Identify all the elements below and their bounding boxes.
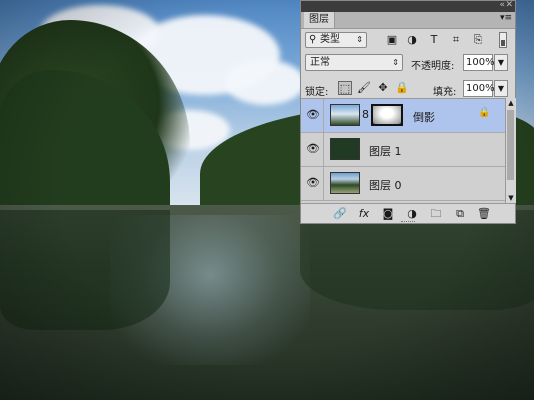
layer-thumbnail[interactable] — [330, 172, 360, 194]
layers-scrollbar[interactable]: ▲ ▼ — [505, 98, 516, 203]
divider — [323, 167, 324, 200]
link-layers-icon[interactable]: 🔗 — [333, 207, 347, 221]
opacity-dropdown[interactable]: ▼ — [494, 54, 508, 71]
resize-grip[interactable] — [401, 221, 415, 224]
lock-position-icon[interactable]: ✥ — [376, 81, 390, 95]
fill-label: 填充: — [433, 87, 457, 98]
opacity-input[interactable]: 100% — [463, 54, 495, 71]
shape-filter-icon[interactable]: ⌗ — [449, 33, 463, 47]
lock-label: 锁定: — [305, 87, 329, 98]
scroll-down-icon[interactable]: ▼ — [506, 193, 516, 203]
fx-icon[interactable]: fx — [357, 207, 371, 221]
divider — [323, 99, 324, 132]
layer-row[interactable]: 👁 图层 0 — [301, 167, 505, 201]
adjustment-layer-icon[interactable]: ◑ — [405, 207, 419, 221]
layer-name[interactable]: 图层 1 — [369, 143, 402, 159]
double-chevron-icon[interactable]: « — [499, 0, 505, 10]
opacity-label: 不透明度: — [411, 61, 455, 72]
scroll-up-icon[interactable]: ▲ — [506, 98, 516, 108]
lock-transparent-icon[interactable]: ⬚ — [338, 81, 352, 95]
eye-icon[interactable]: 👁 — [306, 177, 320, 189]
search-icon: ⚲ — [309, 34, 317, 45]
panel-tab-row: 图层 ▾≡ — [301, 12, 515, 29]
type-filter-icon[interactable]: T — [427, 33, 441, 47]
layer-thumbnail[interactable] — [330, 138, 360, 160]
layer-name[interactable]: 倒影 — [413, 109, 435, 125]
new-layer-icon[interactable]: ⧉ — [453, 207, 467, 221]
blend-mode-value: 正常 — [310, 57, 330, 68]
eye-icon[interactable]: 👁 — [306, 109, 320, 121]
filter-kind-select[interactable]: ⚲ 类型 ⇕ — [305, 32, 367, 48]
layer-thumbnail[interactable] — [330, 104, 360, 126]
layer-mask-thumbnail[interactable] — [371, 104, 403, 126]
updown-arrow-icon: ⇕ — [356, 35, 363, 44]
lock-all-icon[interactable]: 🔒 — [395, 81, 409, 95]
layer-row[interactable]: 👁 图层 1 — [301, 133, 505, 167]
blend-row: 正常 ⇕ 不透明度: 100% ▼ — [301, 51, 515, 77]
close-icon[interactable]: ✕ — [505, 0, 513, 10]
blend-mode-select[interactable]: 正常 ⇕ — [305, 54, 403, 71]
pixel-layer-filter-icon[interactable]: ▣ — [385, 33, 399, 47]
layer-name[interactable]: 图层 0 — [369, 177, 402, 193]
delete-icon[interactable]: 🗑 — [477, 207, 491, 221]
layer-row[interactable]: 👁 8 倒影 🔒 — [301, 99, 505, 133]
eye-icon[interactable]: 👁 — [306, 143, 320, 155]
updown-arrow-icon: ⇕ — [392, 58, 399, 67]
add-mask-icon[interactable]: ◙ — [381, 207, 395, 221]
lock-icon: 🔒 — [478, 107, 491, 118]
adjustment-filter-icon[interactable]: ◑ — [405, 33, 419, 47]
smart-object-filter-icon[interactable]: ⎘ — [471, 33, 485, 47]
layers-list: 👁 8 倒影 🔒 👁 图层 1 👁 图层 0 — [301, 98, 505, 204]
chain-link-icon[interactable]: 8 — [362, 108, 369, 121]
new-group-icon[interactable]: 🗀 — [429, 207, 443, 221]
layers-panel: « ✕ 图层 ▾≡ ⚲ 类型 ⇕ ▣ ◑ T ⌗ ⎘ 正常 ⇕ 不透明度: 10… — [300, 0, 516, 224]
panel-titlebar[interactable]: « ✕ — [301, 0, 515, 12]
fill-input[interactable]: 100% — [463, 80, 495, 97]
tab-layers[interactable]: 图层 — [304, 12, 335, 28]
fill-dropdown[interactable]: ▼ — [494, 80, 508, 97]
lock-image-icon[interactable]: 🖌 — [357, 81, 371, 95]
panel-menu-icon[interactable]: ▾≡ — [500, 13, 512, 23]
divider — [323, 133, 324, 166]
filter-row: ⚲ 类型 ⇕ ▣ ◑ T ⌗ ⎘ — [301, 29, 515, 51]
scroll-thumb[interactable] — [507, 110, 514, 180]
filter-kind-label: 类型 — [320, 34, 340, 45]
panel-bottom-bar: 🔗 fx ◙ ◑ 🗀 ⧉ 🗑 — [301, 203, 515, 224]
filter-toggle[interactable] — [499, 32, 507, 48]
